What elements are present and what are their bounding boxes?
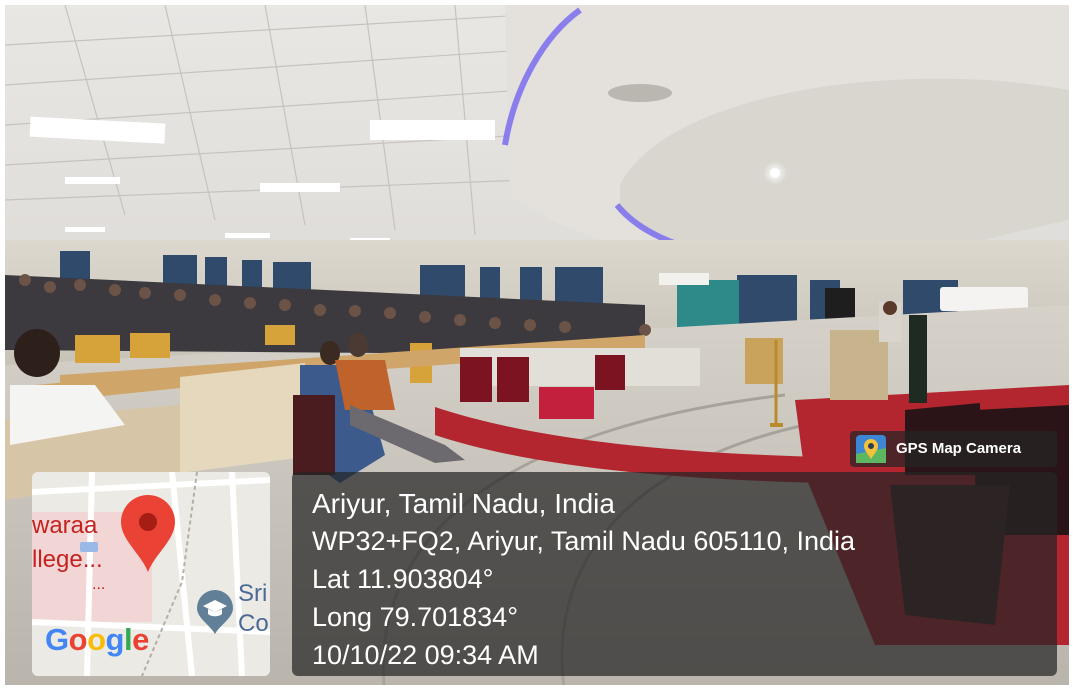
gps-map-camera-badge: GPS Map Camera	[850, 431, 1057, 467]
location-info-panel: Ariyur, Tamil Nadu, India WP32+FQ2, Ariy…	[292, 472, 1057, 676]
map-nearby-label-bottom: Co	[238, 610, 269, 637]
location-datetime: 10/10/22 09:34 AM	[312, 640, 539, 670]
google-logo-letter: e	[132, 622, 149, 657]
map-nearby-label-top: Sri	[238, 580, 268, 607]
location-title: Ariyur, Tamil Nadu, India	[312, 488, 615, 519]
google-logo-text: Google	[45, 622, 149, 657]
map-college-label-bottom: llege...	[32, 546, 103, 573]
location-pin-icon	[121, 495, 175, 572]
map-dots-label: ...	[92, 576, 106, 593]
graduation-cap-icon	[197, 590, 233, 634]
google-logo-letter: g	[105, 622, 125, 657]
google-logo-letter: G	[45, 622, 69, 657]
map-college-label-top: waraa	[32, 512, 98, 539]
location-latitude: Lat 11.903804°	[312, 564, 494, 594]
location-address: WP32+FQ2, Ariyur, Tamil Nadu 605110, Ind…	[312, 526, 856, 556]
google-logo: Google	[45, 624, 149, 655]
google-logo-letter: o	[87, 622, 106, 657]
google-logo-letter: l	[123, 622, 133, 657]
gps-map-camera-label: GPS Map Camera	[896, 440, 1022, 457]
camera-map-pin-icon	[856, 435, 886, 463]
map-thumbnail[interactable]: waraa llege... ... Sri Co Google	[32, 472, 270, 676]
photo-frame: waraa llege... ... Sri Co Google Ariyur,…	[5, 5, 1069, 685]
location-longitude: Long 79.701834°	[312, 602, 518, 632]
google-logo-letter: o	[68, 622, 88, 657]
